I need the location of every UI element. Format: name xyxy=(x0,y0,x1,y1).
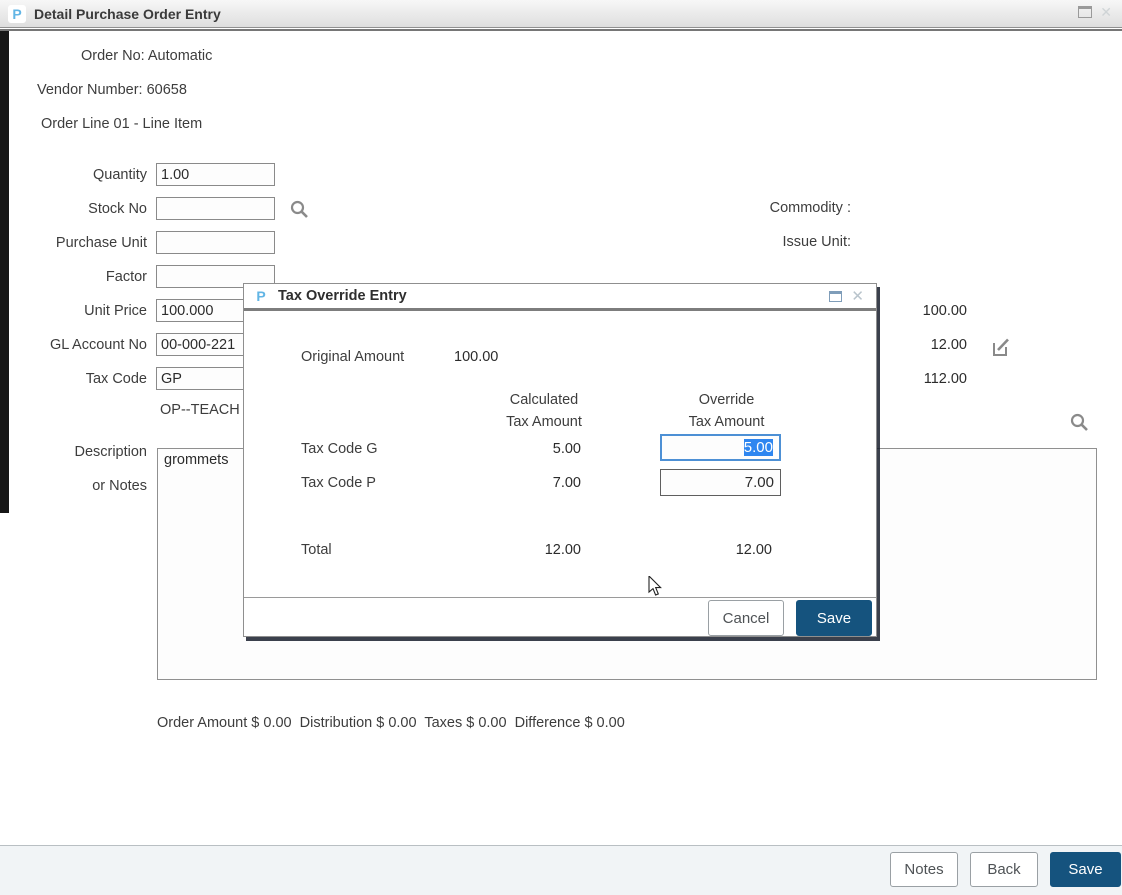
or-notes-label: or Notes xyxy=(0,478,147,494)
override-value: 7.00 xyxy=(745,474,774,491)
window-titlebar: P Detail Purchase Order Entry ✕ xyxy=(0,0,1122,28)
dialog-title: Tax Override Entry xyxy=(278,288,407,304)
stock-no-search-icon[interactable] xyxy=(289,199,309,219)
detail-purchase-order-entry-window: P Detail Purchase Order Entry ✕ Order No… xyxy=(0,0,1122,895)
issue-unit-label: Issue Unit: xyxy=(700,234,851,250)
tax-code-p-label: Tax Code P xyxy=(301,475,376,491)
dialog-maximize-icon[interactable] xyxy=(829,291,842,302)
commodity-label: Commodity : xyxy=(700,200,851,216)
total-override-value: 12.00 xyxy=(664,542,772,558)
stock-no-input[interactable] xyxy=(156,197,275,220)
tax-code-description-text: OP--TEACH xyxy=(160,402,240,418)
factor-label: Factor xyxy=(0,269,147,285)
original-amount-value: 100.00 xyxy=(454,349,498,365)
tax-override-entry-dialog: P Tax Override Entry ✕ Original Amount 1… xyxy=(243,283,877,637)
gl-account-no-label: GL Account No xyxy=(0,337,147,353)
quantity-label: Quantity xyxy=(0,167,147,183)
dialog-logo-icon: P xyxy=(252,287,270,305)
order-totals-line: Order Amount $ 0.00 Distribution $ 0.00 … xyxy=(157,715,625,731)
order-no-text: Order No: Automatic xyxy=(81,48,212,64)
calculated-header-line2: Tax Amount xyxy=(484,414,604,430)
notes-button[interactable]: Notes xyxy=(890,852,958,887)
total-label: Total xyxy=(301,542,332,558)
back-button[interactable]: Back xyxy=(970,852,1038,887)
original-amount-label: Original Amount xyxy=(301,349,404,365)
purchase-unit-label: Purchase Unit xyxy=(0,235,147,251)
unit-price-label: Unit Price xyxy=(0,303,147,319)
total-calculated-value: 12.00 xyxy=(484,542,581,558)
dialog-titlebar: P Tax Override Entry ✕ xyxy=(244,284,876,311)
app-logo-icon: P xyxy=(8,5,26,23)
gl-search-icon[interactable] xyxy=(1069,412,1089,432)
edit-tax-icon[interactable] xyxy=(992,337,1012,357)
save-button[interactable]: Save xyxy=(1050,852,1121,887)
maximize-icon[interactable] xyxy=(1078,6,1092,18)
quantity-input[interactable] xyxy=(156,163,275,186)
selected-text: 5.00 xyxy=(744,439,773,456)
tax-code-p-calculated: 7.00 xyxy=(484,475,581,491)
purchase-unit-input[interactable] xyxy=(156,231,275,254)
tax-code-label: Tax Code xyxy=(0,371,147,387)
close-icon[interactable]: ✕ xyxy=(1100,6,1112,18)
vendor-number-text: Vendor Number: 60658 xyxy=(37,82,187,98)
tax-code-p-override-input[interactable]: 7.00 xyxy=(660,469,781,496)
order-line-text: Order Line 01 - Line Item xyxy=(41,116,202,132)
dialog-close-icon[interactable]: ✕ xyxy=(851,291,864,302)
dialog-save-button[interactable]: Save xyxy=(796,600,872,636)
override-header-line2: Tax Amount xyxy=(664,414,789,430)
titlebar-divider xyxy=(0,29,1122,31)
override-header-line1: Override xyxy=(664,392,789,408)
calculated-header-line1: Calculated xyxy=(484,392,604,408)
mouse-cursor xyxy=(648,576,664,598)
tax-code-g-label: Tax Code G xyxy=(301,441,378,457)
window-title: Detail Purchase Order Entry xyxy=(34,6,221,22)
stock-no-label: Stock No xyxy=(0,201,147,217)
description-label: Description xyxy=(0,444,147,460)
tax-code-g-calculated: 5.00 xyxy=(484,441,581,457)
dialog-footer-divider xyxy=(244,597,876,598)
tax-code-g-override-input[interactable]: 5.00 xyxy=(660,434,781,461)
dialog-cancel-button[interactable]: Cancel xyxy=(708,600,784,636)
